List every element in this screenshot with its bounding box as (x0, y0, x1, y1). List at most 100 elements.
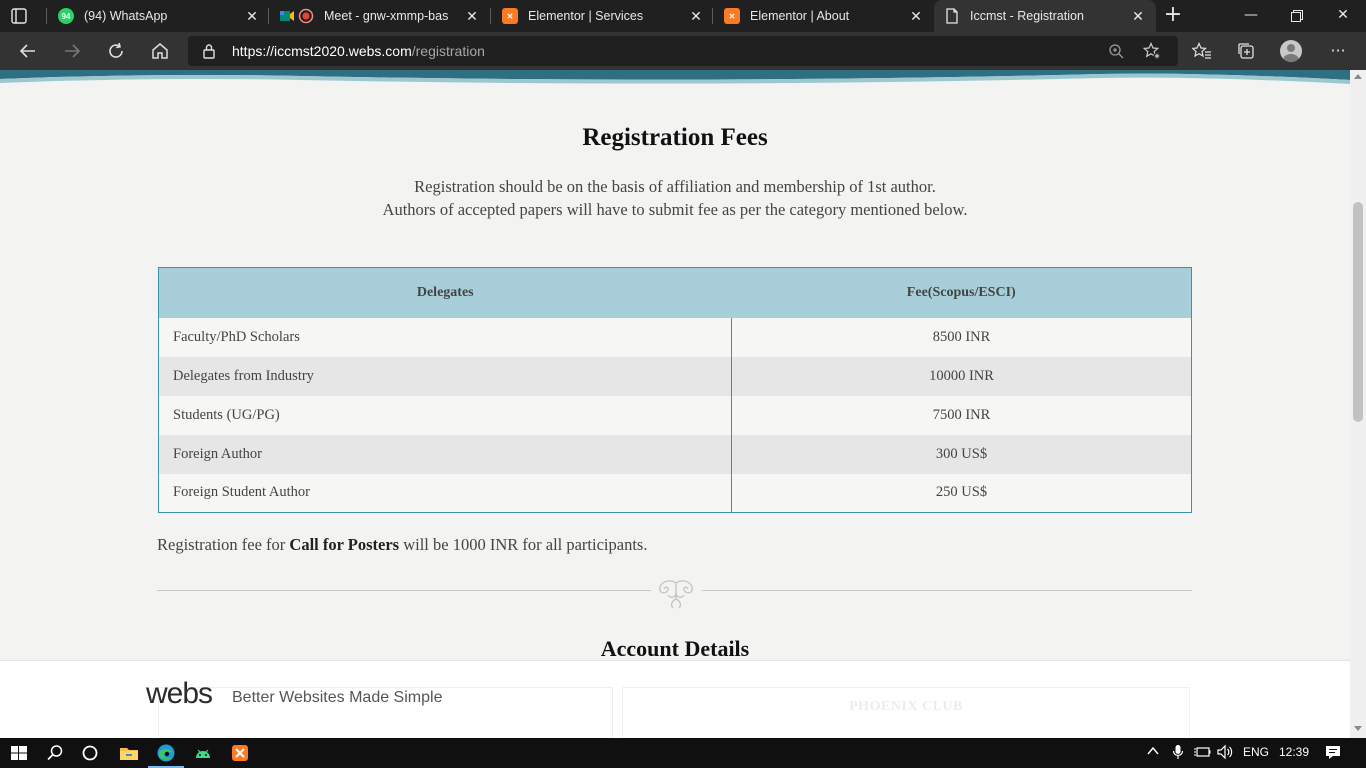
account-details-heading: Account Details (600, 636, 750, 660)
address-bar[interactable]: https://iccmst2020.webs.com/registration (188, 36, 1178, 66)
xampp-taskbar-icon[interactable] (229, 742, 251, 764)
refresh-button[interactable] (102, 37, 130, 65)
tab-title: Iccmst - Registration (970, 9, 1084, 23)
windows-start-icon[interactable] (8, 742, 30, 764)
poster-fee-note: Registration fee for Call for Posters wi… (157, 535, 647, 555)
fee-value: 300 US$ (731, 434, 1192, 474)
minimize-button[interactable]: — (1228, 0, 1274, 32)
clock[interactable]: 12:39 (1279, 745, 1309, 759)
webs-logo[interactable]: webs (146, 677, 213, 711)
browser-toolbar: https://iccmst2020.webs.com/registration… (0, 32, 1366, 70)
intro-line-1: Registration should be on the basis of a… (414, 177, 936, 196)
edge-browser-icon[interactable] (155, 742, 177, 764)
table-header-row: Delegates Fee(Scopus/ESCI) (158, 267, 1192, 318)
browser-tab-strip: 94 (94) WhatsApp ✕ Meet - gnw-xmmp-bas ✕… (0, 0, 1366, 32)
profile-avatar-icon[interactable] (1280, 40, 1302, 62)
close-tab-icon[interactable]: ✕ (244, 8, 260, 24)
show-hidden-icons-icon[interactable] (1146, 744, 1160, 761)
new-tab-button[interactable]: + (1161, 4, 1185, 28)
url-path: /registration (411, 43, 485, 59)
column-header-delegates: Delegates (158, 267, 732, 318)
windows-taskbar: ENG 12:39 (0, 738, 1366, 768)
tab-actions-icon[interactable] (10, 7, 28, 25)
divider-line-left (157, 590, 651, 591)
forward-button[interactable] (58, 37, 86, 65)
obscured-text: PHOENIX CLUB (849, 699, 963, 714)
tab-title: Meet - gnw-xmmp-bas (324, 9, 449, 23)
fee-value: 8500 INR (731, 317, 1192, 357)
volume-icon[interactable] (1216, 744, 1234, 763)
tab-iccmst-registration[interactable]: Iccmst - Registration ✕ (934, 0, 1156, 32)
column-header-fee: Fee(Scopus/ESCI) (731, 267, 1192, 318)
table-row: Students (UG/PG) 7500 INR (158, 395, 1192, 435)
tab-separator (46, 8, 47, 24)
page-icon (944, 8, 960, 24)
whatsapp-icon: 94 (58, 8, 74, 24)
webs-tagline: Better Websites Made Simple (232, 689, 443, 706)
page-title: Registration Fees (582, 124, 768, 151)
search-icon[interactable] (44, 742, 66, 764)
table-row: Foreign Author 300 US$ (158, 434, 1192, 474)
battery-icon[interactable] (1193, 744, 1211, 763)
microphone-icon[interactable] (1172, 744, 1184, 763)
delegate-category: Faculty/PhD Scholars (158, 317, 732, 357)
table-row: Foreign Student Author 250 US$ (158, 473, 1192, 513)
tab-title: Elementor | Services (528, 9, 644, 23)
home-button[interactable] (146, 37, 174, 65)
close-tab-icon[interactable]: ✕ (1130, 8, 1146, 24)
poster-note-suffix: will be 1000 INR for all participants. (399, 535, 648, 554)
file-explorer-icon[interactable] (118, 742, 140, 764)
divider-line-right (702, 590, 1192, 591)
language-indicator[interactable]: ENG (1243, 745, 1269, 759)
table-row: Delegates from Industry 10000 INR (158, 356, 1192, 396)
xampp-icon: ✕ (502, 8, 518, 24)
intro-line-2: Authors of accepted papers will have to … (382, 200, 968, 219)
cortana-icon[interactable] (79, 742, 101, 764)
close-window-button[interactable]: ✕ (1320, 0, 1366, 32)
web-page: Registration Fees Registration should be… (0, 70, 1350, 660)
url-host: https://iccmst2020.webs.com (232, 43, 412, 59)
delegate-category: Students (UG/PG) (158, 395, 732, 435)
tab-title: (94) WhatsApp (84, 9, 168, 23)
add-favorite-icon[interactable] (1142, 41, 1162, 61)
xampp-icon: ✕ (724, 8, 740, 24)
tab-meet[interactable]: Meet - gnw-xmmp-bas ✕ (280, 0, 490, 32)
table-row: Faculty/PhD Scholars 8500 INR (158, 317, 1192, 357)
poster-note-emphasis: Call for Posters (289, 535, 400, 554)
fees-table: Delegates Fee(Scopus/ESCI) Faculty/PhD S… (158, 267, 1192, 513)
notifications-icon[interactable] (1324, 744, 1342, 763)
scroll-up-icon[interactable] (1354, 74, 1362, 79)
restore-button[interactable] (1274, 0, 1320, 32)
delegate-category: Foreign Student Author (158, 473, 732, 513)
webs-footer-banner[interactable]: PHOENIX CLUB webs Better Websites Made S… (0, 660, 1350, 738)
android-studio-icon[interactable] (192, 742, 214, 764)
delegate-category: Delegates from Industry (158, 356, 732, 396)
tab-separator (712, 8, 713, 24)
poster-note-prefix: Registration fee for (157, 535, 290, 554)
collections-icon[interactable] (1232, 37, 1260, 65)
favorites-icon[interactable] (1188, 37, 1216, 65)
lock-icon[interactable] (202, 43, 216, 59)
google-meet-icon (280, 8, 314, 24)
tab-whatsapp[interactable]: 94 (94) WhatsApp ✕ (58, 0, 270, 32)
delegate-category: Foreign Author (158, 434, 732, 474)
scrollbar-thumb[interactable] (1353, 202, 1363, 422)
scroll-down-icon[interactable] (1354, 726, 1362, 731)
close-tab-icon[interactable]: ✕ (464, 8, 480, 24)
header-wave-decoration (0, 70, 1350, 84)
close-tab-icon[interactable]: ✕ (688, 8, 704, 24)
close-tab-icon[interactable]: ✕ (908, 8, 924, 24)
tab-separator (490, 8, 491, 24)
ornament-divider-icon (659, 580, 693, 609)
back-button[interactable] (14, 37, 42, 65)
url-text[interactable]: https://iccmst2020.webs.com/registration (232, 43, 485, 59)
zoom-icon[interactable] (1106, 41, 1126, 61)
tab-elementor-services[interactable]: ✕ Elementor | Services ✕ (502, 0, 714, 32)
more-options-icon[interactable]: ··· (1324, 37, 1352, 65)
fee-value: 250 US$ (731, 473, 1192, 513)
tab-separator (268, 8, 269, 24)
fee-value: 7500 INR (731, 395, 1192, 435)
page-scrollbar[interactable] (1350, 70, 1366, 738)
tab-elementor-about[interactable]: ✕ Elementor | About ✕ (724, 0, 934, 32)
fee-value: 10000 INR (731, 356, 1192, 396)
